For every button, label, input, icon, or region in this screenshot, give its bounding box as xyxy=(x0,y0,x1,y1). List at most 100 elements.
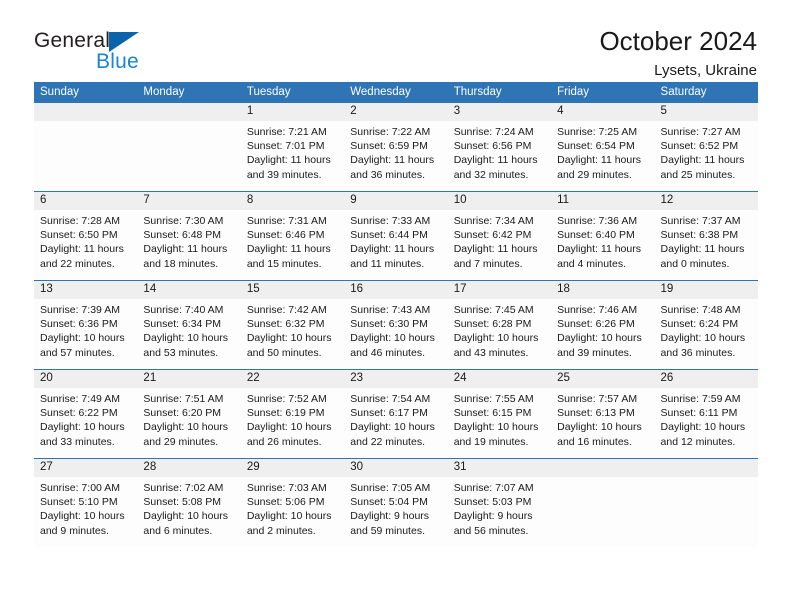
sunset-text: Sunset: 6:24 PM xyxy=(660,318,739,331)
daylight-text: Daylight: 11 hours and 29 minutes. xyxy=(557,154,641,181)
sunrise-text: Sunrise: 7:34 AM xyxy=(453,215,534,227)
calendar-empty-cell xyxy=(551,458,655,547)
calendar-day-cell[interactable]: 3 Sunrise: 7:24 AM Sunset: 6:56 PM Daylight… xyxy=(447,103,552,192)
day-details: Sunrise: 7:43 AM Sunset: 6:30 PM Daylight:… xyxy=(344,299,447,360)
weekday-header-thursday: Thursday xyxy=(447,82,552,103)
sunset-text: Sunset: 6:54 PM xyxy=(557,140,635,153)
calendar-day-cell[interactable]: 24 Sunrise: 7:55 AM Sunset: 6:15 PM Dayligh… xyxy=(447,369,552,459)
calendar-day-cell[interactable]: 29 Sunrise: 7:03 AM Sunset: 5:06 PM Dayligh… xyxy=(240,458,345,547)
sunset-text: Sunset: 6:13 PM xyxy=(557,407,635,420)
day-details: Sunrise: 7:31 AM Sunset: 6:46 PM Daylight:… xyxy=(241,210,344,271)
day-details: Sunrise: 7:52 AM Sunset: 6:19 PM Daylight:… xyxy=(241,388,344,449)
daylight-text: Daylight: 10 hours and 53 minutes. xyxy=(143,332,229,359)
daylight-text: Daylight: 10 hours and 22 minutes. xyxy=(350,421,435,448)
daylight-text: Daylight: 11 hours and 36 minutes. xyxy=(350,154,435,181)
day-details: Sunrise: 7:02 AM Sunset: 5:08 PM Daylight:… xyxy=(137,477,240,538)
daylight-text: Daylight: 10 hours and 6 minutes. xyxy=(143,510,229,537)
sunrise-text: Sunrise: 7:48 AM xyxy=(660,304,741,316)
sunrise-text: Sunrise: 7:02 AM xyxy=(143,482,224,494)
day-number: 24 xyxy=(447,370,552,388)
calendar-page: General Blue October 2024 Lysets, Ukrain… xyxy=(0,0,792,612)
day-number: 10 xyxy=(447,192,552,210)
day-number: 18 xyxy=(551,281,655,299)
calendar-day-cell[interactable]: 7 Sunrise: 7:30 AM Sunset: 6:48 PM Daylight… xyxy=(137,191,241,281)
sunset-text: Sunset: 6:11 PM xyxy=(660,407,738,420)
calendar-day-cell[interactable]: 9 Sunrise: 7:33 AM Sunset: 6:44 PM Daylight… xyxy=(344,191,448,281)
calendar-day-cell[interactable]: 28 Sunrise: 7:02 AM Sunset: 5:08 PM Dayligh… xyxy=(137,458,241,547)
sunrise-text: Sunrise: 7:39 AM xyxy=(40,304,120,316)
calendar-day-cell[interactable]: 25 Sunrise: 7:57 AM Sunset: 6:13 PM Dayligh… xyxy=(551,369,655,459)
day-details: Sunrise: 7:30 AM Sunset: 6:48 PM Daylight:… xyxy=(137,210,240,271)
sunrise-text: Sunrise: 7:24 AM xyxy=(453,126,534,138)
calendar-day-cell[interactable]: 1 Sunrise: 7:21 AM Sunset: 7:01 PM Daylight… xyxy=(240,103,345,192)
day-number: 22 xyxy=(240,370,345,388)
sunrise-text: Sunrise: 7:25 AM xyxy=(557,126,638,138)
sunrise-text: Sunrise: 7:33 AM xyxy=(350,215,431,227)
day-number: 5 xyxy=(654,103,758,121)
sunset-text: Sunset: 6:56 PM xyxy=(453,140,532,153)
sunset-text: Sunset: 5:04 PM xyxy=(350,496,428,509)
day-number: 1 xyxy=(240,103,345,121)
calendar-header-row: Sunday Monday Tuesday Wednesday Thursday… xyxy=(34,82,758,103)
day-details: Sunrise: 7:59 AM Sunset: 6:11 PM Daylight:… xyxy=(655,388,758,449)
sunset-text: Sunset: 6:48 PM xyxy=(143,229,222,242)
day-number: 9 xyxy=(344,192,448,210)
calendar-empty-cell xyxy=(34,103,138,192)
calendar-day-cell[interactable]: 21 Sunrise: 7:51 AM Sunset: 6:20 PM Dayligh… xyxy=(137,369,241,459)
calendar-day-cell[interactable]: 19 Sunrise: 7:48 AM Sunset: 6:24 PM Dayligh… xyxy=(654,280,758,370)
calendar-day-cell[interactable]: 31 Sunrise: 7:07 AM Sunset: 5:03 PM Dayligh… xyxy=(447,458,552,547)
day-details: Sunrise: 7:24 AM Sunset: 6:56 PM Daylight:… xyxy=(448,121,551,182)
day-number xyxy=(34,103,138,121)
day-details: Sunrise: 7:37 AM Sunset: 6:38 PM Daylight:… xyxy=(655,210,758,271)
sunrise-text: Sunrise: 7:51 AM xyxy=(143,393,224,405)
sunrise-text: Sunrise: 7:55 AM xyxy=(453,393,534,405)
title-block: October 2024 Lysets, Ukraine xyxy=(599,27,758,79)
daylight-text: Daylight: 10 hours and 46 minutes. xyxy=(350,332,435,359)
day-number: 12 xyxy=(654,192,758,210)
sunset-text: Sunset: 6:17 PM xyxy=(350,407,428,420)
sunset-text: Sunset: 6:34 PM xyxy=(143,318,222,331)
daylight-text: Daylight: 11 hours and 15 minutes. xyxy=(246,243,331,270)
calendar-day-cell[interactable]: 17 Sunrise: 7:45 AM Sunset: 6:28 PM Dayligh… xyxy=(447,280,552,370)
logo[interactable]: General Blue xyxy=(34,28,154,78)
calendar-day-cell[interactable]: 10 Sunrise: 7:34 AM Sunset: 6:42 PM Dayligh… xyxy=(447,191,552,281)
day-number xyxy=(137,103,241,121)
day-details: Sunrise: 7:48 AM Sunset: 6:24 PM Daylight:… xyxy=(655,299,758,360)
sunset-text: Sunset: 6:50 PM xyxy=(40,229,118,242)
calendar-day-cell[interactable]: 18 Sunrise: 7:46 AM Sunset: 6:26 PM Dayligh… xyxy=(551,280,655,370)
calendar-day-cell[interactable]: 11 Sunrise: 7:36 AM Sunset: 6:40 PM Dayligh… xyxy=(551,191,655,281)
calendar-day-cell[interactable]: 8 Sunrise: 7:31 AM Sunset: 6:46 PM Daylight… xyxy=(240,191,345,281)
calendar-week-row: 1 Sunrise: 7:21 AM Sunset: 7:01 PM Daylight… xyxy=(34,103,758,192)
calendar-day-cell[interactable]: 15 Sunrise: 7:42 AM Sunset: 6:32 PM Dayligh… xyxy=(240,280,345,370)
calendar-day-cell[interactable]: 4 Sunrise: 7:25 AM Sunset: 6:54 PM Daylight… xyxy=(551,103,655,192)
calendar-week-row: 27 Sunrise: 7:00 AM Sunset: 5:10 PM Dayligh… xyxy=(34,458,758,547)
sunset-text: Sunset: 7:01 PM xyxy=(246,140,325,153)
daylight-text: Daylight: 10 hours and 50 minutes. xyxy=(246,332,332,359)
calendar-day-cell[interactable]: 16 Sunrise: 7:43 AM Sunset: 6:30 PM Dayligh… xyxy=(344,280,448,370)
daylight-text: Daylight: 11 hours and 4 minutes. xyxy=(557,243,641,270)
calendar-day-cell[interactable]: 30 Sunrise: 7:05 AM Sunset: 5:04 PM Dayligh… xyxy=(344,458,448,547)
calendar-day-cell[interactable]: 5 Sunrise: 7:27 AM Sunset: 6:52 PM Daylight… xyxy=(654,103,758,192)
sunset-text: Sunset: 6:30 PM xyxy=(350,318,428,331)
calendar-day-cell[interactable]: 14 Sunrise: 7:40 AM Sunset: 6:34 PM Dayligh… xyxy=(137,280,241,370)
daylight-text: Daylight: 10 hours and 19 minutes. xyxy=(453,421,539,448)
daylight-text: Daylight: 10 hours and 9 minutes. xyxy=(40,510,125,537)
sunrise-text: Sunrise: 7:52 AM xyxy=(246,393,327,405)
sunset-text: Sunset: 6:52 PM xyxy=(660,140,739,153)
day-details: Sunrise: 7:33 AM Sunset: 6:44 PM Daylight:… xyxy=(344,210,447,271)
sunrise-text: Sunrise: 7:37 AM xyxy=(660,215,741,227)
sunrise-text: Sunrise: 7:00 AM xyxy=(40,482,120,494)
calendar-day-cell[interactable]: 20 Sunrise: 7:49 AM Sunset: 6:22 PM Dayligh… xyxy=(34,369,138,459)
calendar-day-cell[interactable]: 23 Sunrise: 7:54 AM Sunset: 6:17 PM Dayligh… xyxy=(344,369,448,459)
calendar-day-cell[interactable]: 13 Sunrise: 7:39 AM Sunset: 6:36 PM Dayligh… xyxy=(34,280,138,370)
sunrise-text: Sunrise: 7:22 AM xyxy=(350,126,431,138)
calendar-day-cell[interactable]: 22 Sunrise: 7:52 AM Sunset: 6:19 PM Dayligh… xyxy=(240,369,345,459)
sunrise-text: Sunrise: 7:54 AM xyxy=(350,393,431,405)
calendar-day-cell[interactable]: 6 Sunrise: 7:28 AM Sunset: 6:50 PM Daylight… xyxy=(34,191,138,281)
calendar-day-cell[interactable]: 2 Sunrise: 7:22 AM Sunset: 6:59 PM Daylight… xyxy=(344,103,448,192)
day-number: 26 xyxy=(654,370,758,388)
calendar-day-cell[interactable]: 26 Sunrise: 7:59 AM Sunset: 6:11 PM Dayligh… xyxy=(654,369,758,459)
day-number: 3 xyxy=(447,103,552,121)
calendar-day-cell[interactable]: 27 Sunrise: 7:00 AM Sunset: 5:10 PM Dayligh… xyxy=(34,458,138,547)
calendar-day-cell[interactable]: 12 Sunrise: 7:37 AM Sunset: 6:38 PM Dayligh… xyxy=(654,191,758,281)
